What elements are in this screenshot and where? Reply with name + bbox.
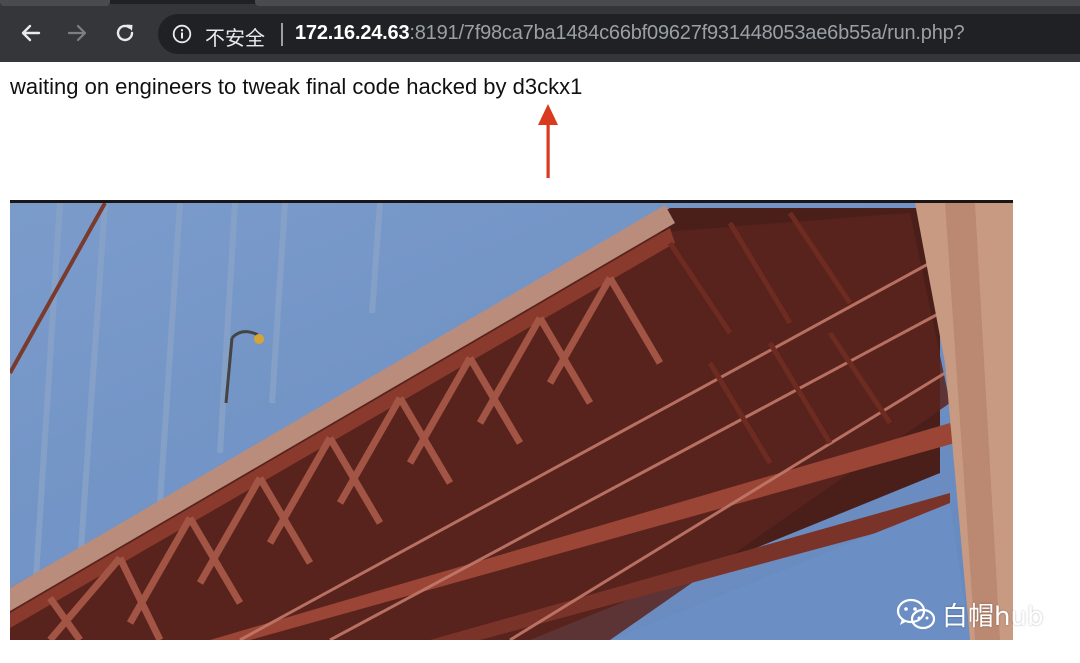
- annotation-arrow-icon: [538, 104, 558, 178]
- arrow-right-icon: [67, 24, 87, 42]
- url-path: :8191/7f98ca7ba1484c66bf09627f931448053a…: [409, 22, 965, 44]
- tab-strip-edge: [0, 0, 110, 6]
- omnibox-divider: [281, 23, 283, 46]
- back-button[interactable]: [17, 19, 45, 47]
- watermark: 白帽hub: [896, 596, 1043, 633]
- address-bar[interactable]: 不安全 172.16.24.63:8191/7f98ca7ba1484c66bf…: [158, 14, 1080, 54]
- reload-button[interactable]: [111, 19, 139, 47]
- arrow-left-icon: [21, 24, 41, 42]
- tab-strip-edge: [255, 0, 1080, 6]
- info-icon[interactable]: [172, 24, 192, 44]
- bridge-photo: [10, 200, 1013, 640]
- url-host: 172.16.24.63: [295, 22, 410, 44]
- reload-icon: [116, 24, 134, 42]
- forward-button[interactable]: [63, 19, 91, 47]
- url-text[interactable]: 172.16.24.63:8191/7f98ca7ba1484c66bf0962…: [295, 22, 965, 45]
- bridge-image: [10, 203, 1013, 640]
- page-message: waiting on engineers to tweak final code…: [10, 74, 583, 99]
- watermark-text: 白帽hub: [942, 602, 1044, 632]
- security-status-label[interactable]: 不安全: [205, 22, 265, 51]
- wechat-icon: [896, 598, 936, 629]
- browser-toolbar: 不安全 172.16.24.63:8191/7f98ca7ba1484c66bf…: [0, 0, 1080, 62]
